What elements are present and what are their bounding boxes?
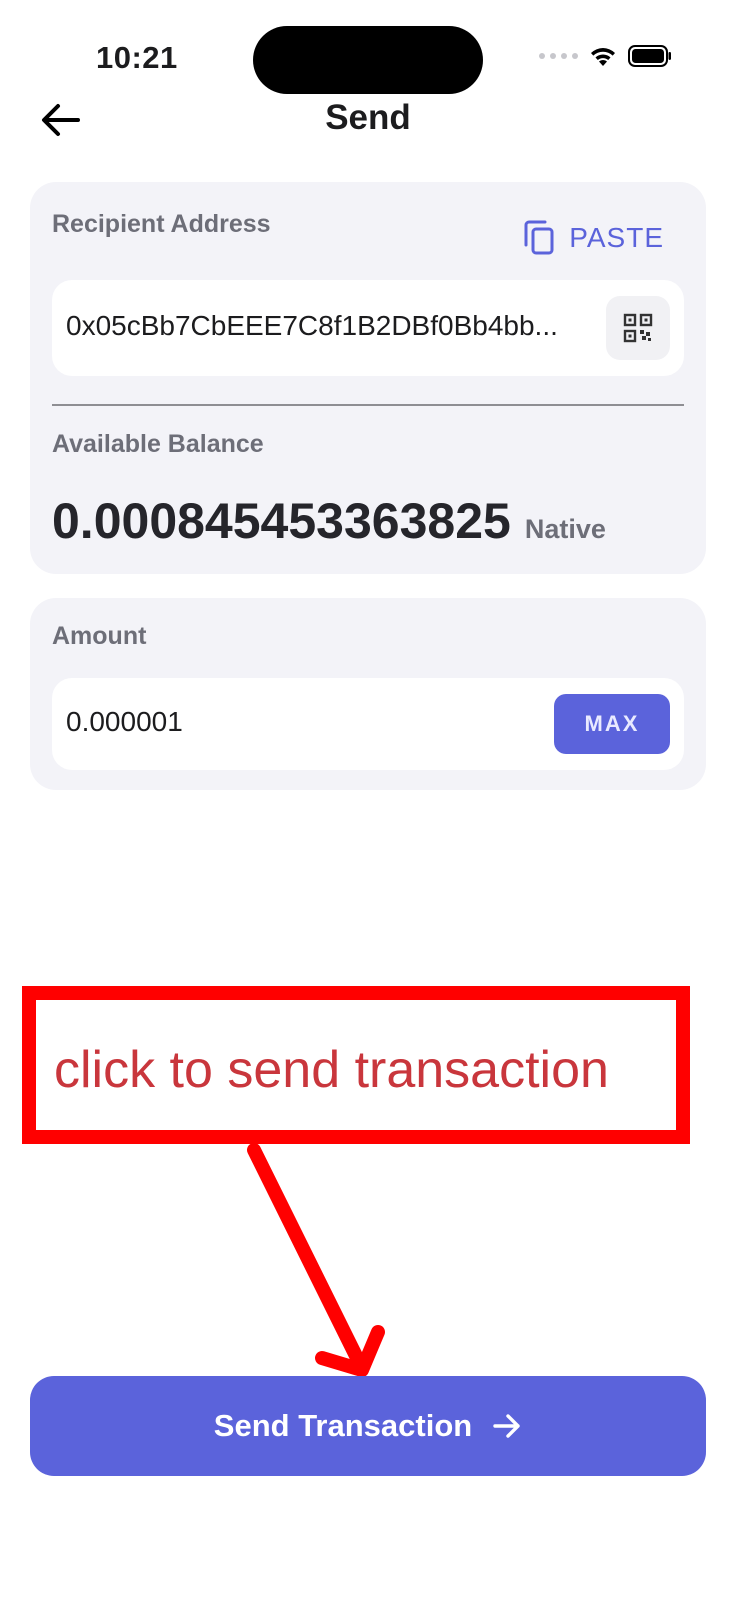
- annotation-text: click to send transaction: [54, 1041, 609, 1099]
- balance-value: 0.000845453363825: [52, 493, 511, 549]
- cellular-signal-icon: [539, 53, 578, 59]
- status-time: 10:21: [96, 40, 178, 75]
- amount-value[interactable]: 0.000001: [66, 706, 183, 738]
- paste-label: PASTE: [569, 222, 664, 253]
- amount-card: Amount 0.000001 MAX: [30, 598, 706, 790]
- dynamic-island: [253, 26, 483, 94]
- divider: [52, 404, 684, 406]
- wifi-icon: [591, 48, 615, 66]
- balance-row: 0.000845453363825 Native: [52, 492, 606, 550]
- max-button[interactable]: MAX: [554, 694, 670, 754]
- battery-icon: [628, 45, 671, 67]
- arrow-right-icon: [493, 1414, 520, 1438]
- recipient-address-field[interactable]: 0x05cBb7CbEEE7C8f1B2DBf0Bb4bb...: [52, 280, 684, 376]
- send-transaction-button[interactable]: Send Transaction: [30, 1376, 706, 1476]
- recipient-address-value[interactable]: 0x05cBb7CbEEE7C8f1B2DBf0Bb4bb...: [66, 310, 596, 342]
- send-transaction-label: Send Transaction: [213, 1408, 473, 1443]
- qr-scan-button[interactable]: [606, 296, 670, 360]
- recipient-label: Recipient Address: [52, 210, 271, 238]
- amount-label: Amount: [52, 622, 147, 650]
- paste-button[interactable]: PASTE: [523, 220, 664, 256]
- copy-icon: [524, 220, 554, 255]
- recipient-card: Recipient Address PASTE 0x05cBb7CbEEE7C8…: [30, 182, 706, 574]
- amount-field[interactable]: 0.000001 MAX: [52, 678, 684, 770]
- page-title: Send: [325, 98, 411, 137]
- available-balance-label: Available Balance: [52, 430, 264, 458]
- qr-scan-icon: [623, 313, 653, 343]
- balance-unit: Native: [524, 514, 606, 544]
- status-icons: [539, 44, 672, 68]
